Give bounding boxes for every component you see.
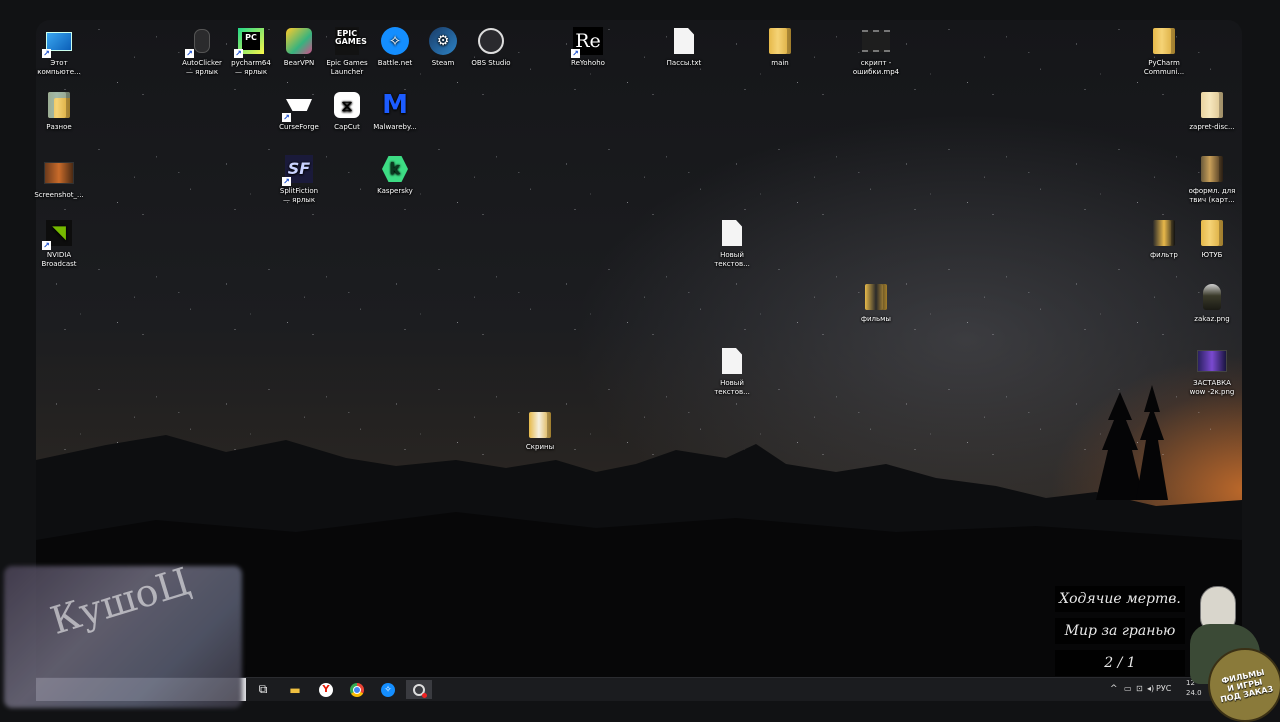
desktop-icon-oformlenie[interactable]: оформл. для твич (карт... xyxy=(1180,154,1244,205)
desktop-icon-obs-studio[interactable]: OBS Studio xyxy=(459,26,523,68)
folder-icon xyxy=(44,90,74,120)
curseforge-icon xyxy=(282,90,314,122)
bear-icon xyxy=(284,26,314,56)
chrome-icon[interactable] xyxy=(344,680,370,699)
desktop-icon-raznoe[interactable]: Разное xyxy=(27,90,91,132)
kaspersky-icon: k xyxy=(380,154,410,184)
monitor-icon xyxy=(42,26,74,58)
poll-counter: 2 / 1 xyxy=(1055,650,1185,676)
battlenet-icon: ✧ xyxy=(380,26,410,56)
desktop-icon-kaspersky[interactable]: k Kaspersky xyxy=(363,154,427,196)
poll-option-2: Мир за гранью xyxy=(1055,618,1185,644)
network-icon[interactable]: ⊡ xyxy=(1136,682,1143,696)
desktop-icon-zakaz-png[interactable]: zakaz.png xyxy=(1180,282,1244,324)
folder-icon xyxy=(1149,218,1179,248)
tray-chevron-icon[interactable]: ^ xyxy=(1110,682,1118,696)
folder-icon xyxy=(861,282,891,312)
text-file-icon xyxy=(669,26,699,56)
money-bag-icon: ФИЛЬМЫ И ИГРЫ ПОД ЗАКАЗ xyxy=(1208,648,1280,722)
image-file-icon xyxy=(1197,346,1227,376)
splitfiction-icon: SF xyxy=(282,154,314,186)
volume-icon[interactable]: ◂) xyxy=(1147,682,1154,696)
badge-text: ФИЛЬМЫ И ИГРЫ ПОД ЗАКАЗ xyxy=(1219,667,1275,704)
folder-icon xyxy=(1197,90,1227,120)
desktop-icon-pycharm-community[interactable]: PyCharm Communi... xyxy=(1132,26,1196,77)
pycharm-icon: PC xyxy=(234,26,266,58)
mascot-jason-mask: ФИЛЬМЫ И ИГРЫ ПОД ЗАКАЗ xyxy=(1190,586,1280,722)
video-file-icon xyxy=(861,26,891,56)
folder-icon xyxy=(1197,154,1227,184)
desktop-icon-skriny[interactable]: Скрины xyxy=(508,410,572,452)
image-file-icon xyxy=(44,158,74,188)
desktop-icon-zastavka[interactable]: ЗАСТАВКА wow -2к.png xyxy=(1180,346,1244,397)
desktop-icon-script-video[interactable]: скрипт - ошибки.mp4 xyxy=(844,26,908,77)
desktop-icon-malwarebytes[interactable]: M Malwareby... xyxy=(363,90,427,132)
text-file-icon xyxy=(717,346,747,376)
desktop-icon-yutub[interactable]: ЮТУБ xyxy=(1180,218,1244,260)
image-file-icon xyxy=(1197,282,1227,312)
desktop-icon-reyohoho[interactable]: Re ReYohoho xyxy=(556,26,620,68)
language-indicator[interactable]: РУС xyxy=(1156,682,1171,696)
desktop-icon-filmy[interactable]: фильмы xyxy=(844,282,908,324)
battery-icon[interactable]: ▭ xyxy=(1124,682,1132,696)
desktop-icon-main[interactable]: main xyxy=(748,26,812,68)
desktop-icon-screenshot[interactable]: Screenshot_... xyxy=(27,158,91,200)
task-view-icon[interactable]: ⧉ xyxy=(250,680,276,699)
mouse-icon xyxy=(185,26,217,58)
folder-icon xyxy=(1149,26,1179,56)
file-explorer-icon[interactable]: ▬ xyxy=(282,680,308,699)
battlenet-taskbar-icon[interactable]: ✧ xyxy=(375,680,401,699)
steam-icon: ⚙ xyxy=(428,26,458,56)
nvidia-icon: ◥ xyxy=(42,218,74,250)
reyohoho-icon: Re xyxy=(571,26,603,58)
obs-icon xyxy=(476,26,506,56)
desktop-icon-passy-txt[interactable]: Пассы.txt xyxy=(652,26,716,68)
desktop-icon-nvidia-broadcast[interactable]: ◥ NVIDIA Broadcast xyxy=(27,218,91,269)
capcut-icon: ⧖ xyxy=(332,90,362,120)
epic-games-icon: EPIC GAMES xyxy=(332,26,367,56)
folder-icon xyxy=(525,410,555,440)
desktop-icon-this-pc[interactable]: Этот компьюте... xyxy=(27,26,91,77)
folder-icon xyxy=(1197,218,1227,248)
text-file-icon xyxy=(717,218,747,248)
malwarebytes-icon: M xyxy=(382,90,408,120)
obs-taskbar-icon[interactable] xyxy=(406,680,432,699)
desktop-icon-new-text-2[interactable]: Новый текстов... xyxy=(700,346,764,397)
poll-option-1: Ходячие мертв. xyxy=(1055,586,1185,612)
desktop-icon-zapret[interactable]: zapret-disc... xyxy=(1180,90,1244,132)
desktop-icon-splitfiction[interactable]: SF SplitFiction — ярлык xyxy=(267,154,331,205)
yandex-browser-icon[interactable]: Y xyxy=(313,680,339,699)
folder-icon xyxy=(765,26,795,56)
desktop-icon-new-text-1[interactable]: Новый текстов... xyxy=(700,218,764,269)
